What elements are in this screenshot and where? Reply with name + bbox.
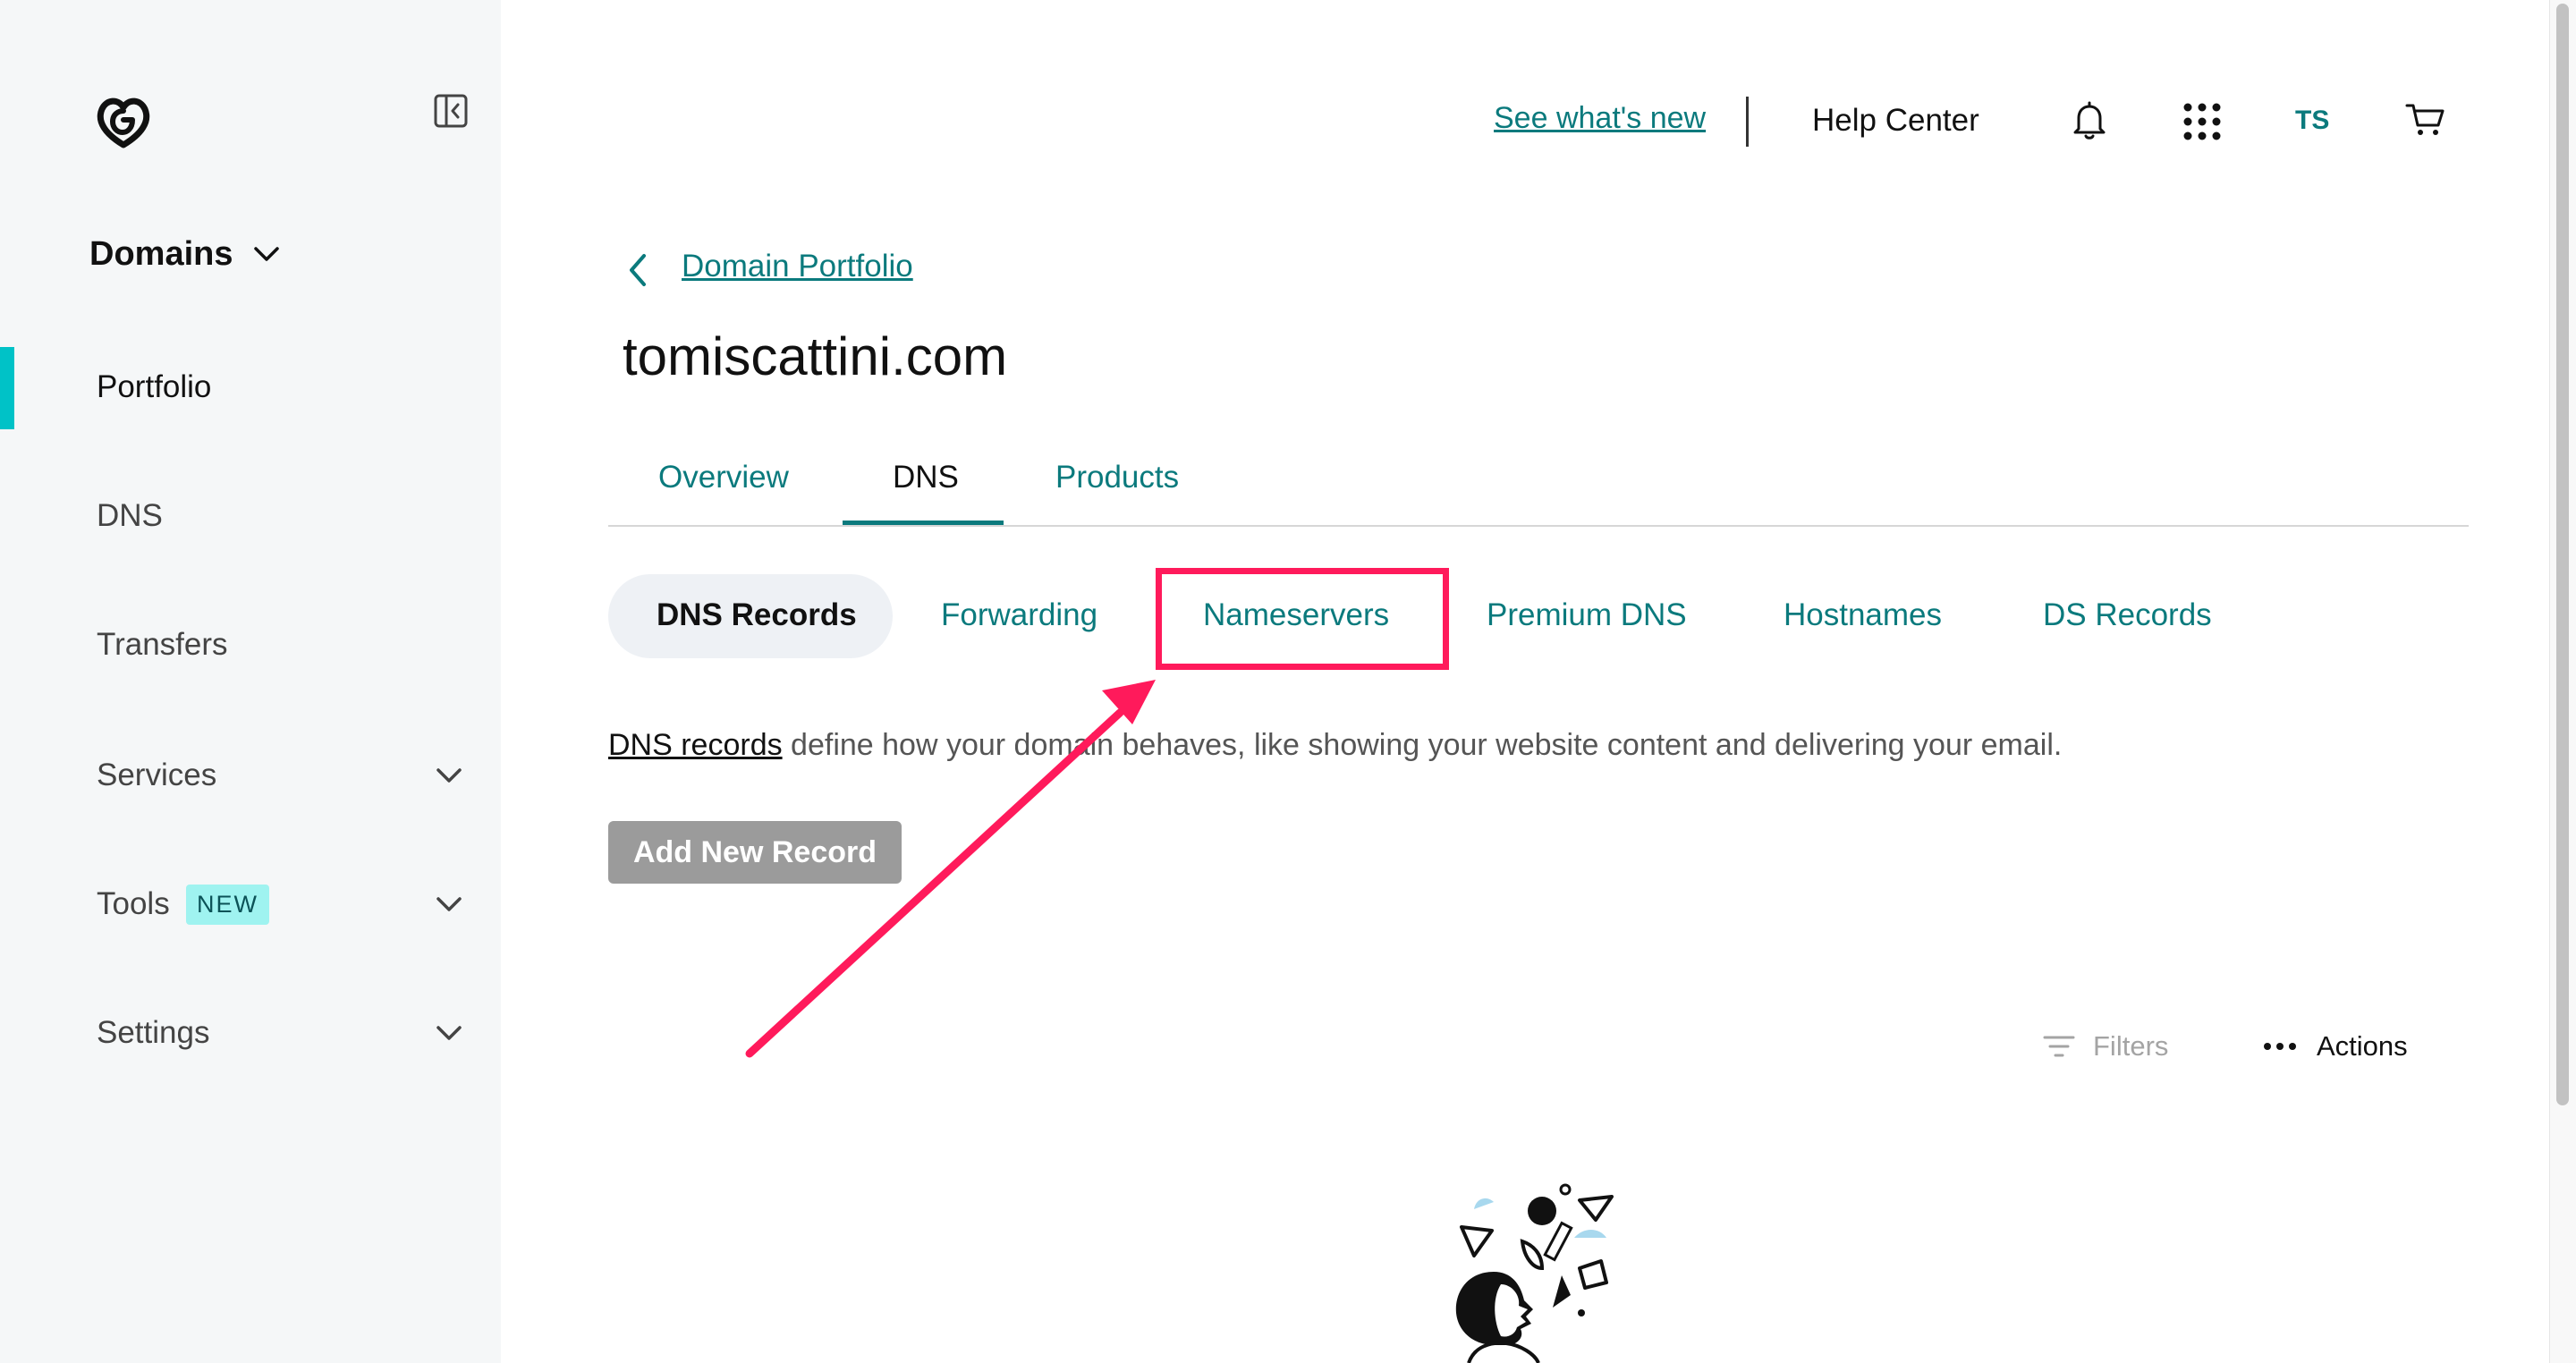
sidebar-item-label: Transfers	[97, 627, 228, 662]
empty-state-illustration	[1455, 1183, 1614, 1363]
whats-new-link[interactable]: See what's new	[1494, 101, 1706, 136]
sidebar-item-tools[interactable]: Tools NEW	[0, 864, 501, 944]
product-switcher[interactable]: Domains	[89, 234, 283, 274]
sidebar-item-portfolio[interactable]: Portfolio	[0, 347, 501, 428]
subtab-premium-dns[interactable]: Premium DNS	[1487, 597, 1687, 633]
sidebar-item-label: Tools	[97, 886, 170, 921]
actions-button[interactable]: Actions	[2263, 1030, 2408, 1062]
dns-description-text: define how your domain behaves, like sho…	[782, 728, 2063, 762]
apps-grid-icon[interactable]	[2181, 100, 2224, 143]
actions-label: Actions	[2317, 1030, 2408, 1062]
header-divider	[1746, 97, 1749, 147]
tab-dns[interactable]: DNS	[893, 460, 959, 495]
subtab-dns-records[interactable]: DNS Records	[657, 597, 857, 633]
tabs-divider	[608, 525, 2469, 527]
filter-icon	[2043, 1036, 2075, 1057]
sidebar-item-label: Services	[97, 758, 217, 792]
tab-products[interactable]: Products	[1055, 460, 1179, 495]
dns-records-link[interactable]: DNS records	[608, 728, 783, 762]
filters-label: Filters	[2093, 1030, 2169, 1062]
sidebar-item-dns[interactable]: DNS	[0, 476, 501, 556]
more-horizontal-icon	[2264, 1043, 2296, 1050]
annotation-highlight-box	[1156, 568, 1449, 670]
chevron-down-icon	[254, 247, 280, 261]
sidebar-item-label: Portfolio	[97, 369, 212, 404]
help-center-link[interactable]: Help Center	[1812, 103, 1979, 139]
tab-overview[interactable]: Overview	[658, 460, 789, 495]
add-new-record-button[interactable]: Add New Record	[608, 821, 902, 884]
subtab-forwarding[interactable]: Forwarding	[941, 597, 1097, 633]
product-switcher-label: Domains	[89, 234, 233, 273]
sidebar-collapse-icon[interactable]	[433, 93, 469, 129]
chevron-left-icon[interactable]	[621, 250, 657, 290]
active-tab-underline	[843, 521, 1004, 525]
chevron-down-icon	[436, 768, 462, 783]
sidebar-item-settings[interactable]: Settings	[0, 993, 501, 1073]
dns-description: DNS records define how your domain behav…	[608, 728, 2062, 763]
page-title: tomiscattini.com	[623, 326, 1008, 386]
subtab-ds-records[interactable]: DS Records	[2043, 597, 2212, 633]
sidebar-item-transfers[interactable]: Transfers	[0, 605, 501, 685]
new-badge: NEW	[186, 884, 269, 925]
sidebar-item-label: DNS	[97, 498, 163, 533]
subtab-hostnames[interactable]: Hostnames	[1784, 597, 1942, 633]
chevron-down-icon	[436, 1026, 462, 1040]
avatar[interactable]: TS	[2295, 106, 2329, 136]
bell-icon[interactable]	[2068, 98, 2111, 141]
sidebar-item-label: Settings	[97, 1015, 210, 1050]
sidebar-item-services[interactable]: Services	[0, 735, 501, 816]
breadcrumb[interactable]: Domain Portfolio	[682, 249, 913, 284]
chevron-down-icon	[436, 897, 462, 911]
scrollbar-thumb[interactable]	[2556, 4, 2569, 1105]
filters-button[interactable]: Filters	[2043, 1030, 2168, 1062]
godaddy-logo-icon[interactable]	[93, 89, 154, 150]
cart-icon[interactable]	[2404, 98, 2447, 141]
